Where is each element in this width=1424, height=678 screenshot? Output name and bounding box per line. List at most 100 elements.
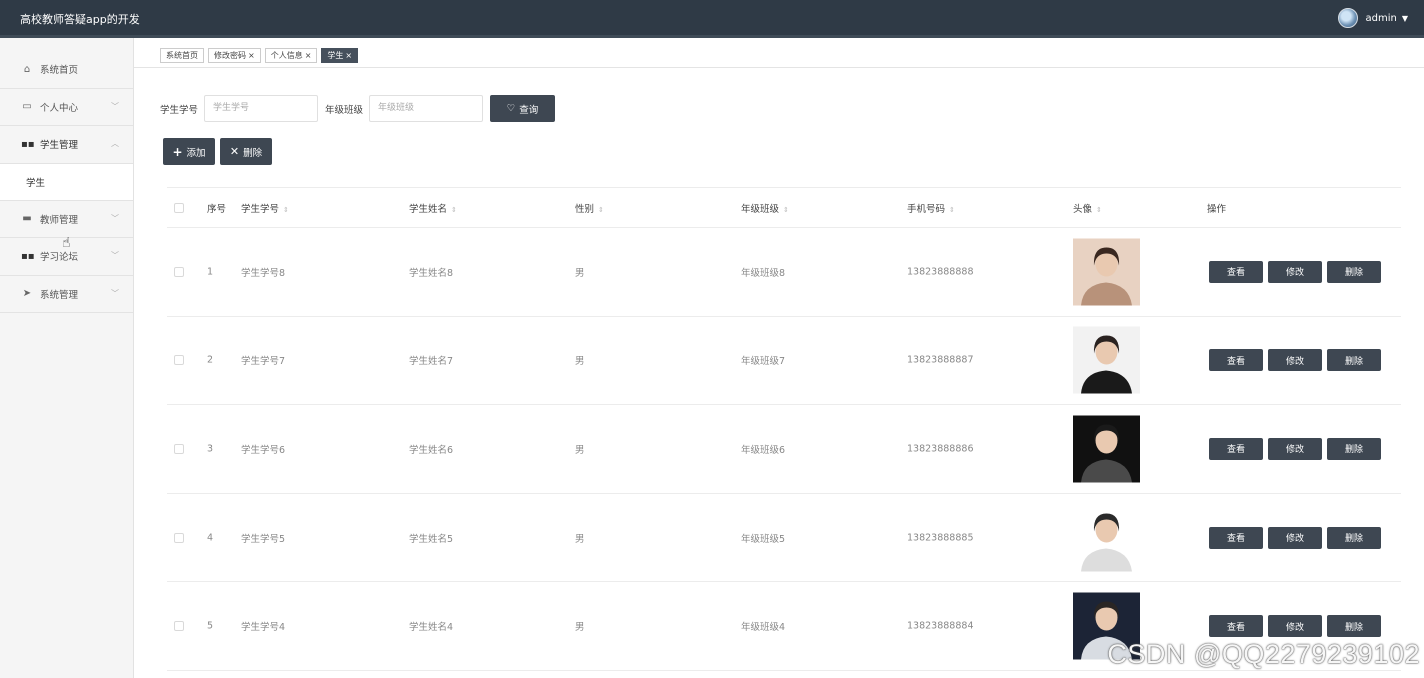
- sidebar-item-label: 系统管理: [40, 289, 79, 301]
- sort-icon: ⇕: [783, 205, 789, 214]
- sort-icon: ⇕: [1096, 205, 1102, 214]
- header-gender[interactable]: 性别 ⇕: [575, 201, 604, 215]
- table-row: 4 学生学号5 学生姓名5 男 年级班级5 13823888885 查看 修改 …: [167, 494, 1401, 583]
- student-avatar-photo[interactable]: [1073, 415, 1140, 483]
- table-body: 1 学生学号8 学生姓名8 男 年级班级8 13823888888 查看 修改 …: [167, 228, 1401, 671]
- sidebar-item-personal-center[interactable]: ▭ 个人中心 ﹀: [0, 89, 133, 126]
- delete-row-button[interactable]: 删除: [1327, 615, 1381, 638]
- view-button[interactable]: 查看: [1209, 349, 1263, 372]
- edit-button[interactable]: 修改: [1268, 349, 1322, 372]
- row-checkbox[interactable]: [174, 443, 184, 454]
- top-header: 高校教师答疑app的开发 admin ▼: [0, 0, 1424, 38]
- table-row: 3 学生学号6 学生姓名6 男 年级班级6 13823888886 查看 修改 …: [167, 405, 1401, 494]
- edit-button[interactable]: 修改: [1268, 526, 1322, 549]
- chevron-down-icon: ﹀: [111, 101, 119, 111]
- row-checkbox[interactable]: [174, 532, 184, 543]
- header-name[interactable]: 学生姓名 ⇕: [409, 201, 457, 215]
- select-all-checkbox[interactable]: [174, 202, 184, 213]
- delete-row-button[interactable]: 删除: [1327, 437, 1381, 460]
- cell-gender: 男: [575, 356, 585, 368]
- delete-row-button[interactable]: 删除: [1327, 260, 1381, 283]
- student-table: 序号 学生学号 ⇕ 学生姓名 ⇕ 性别 ⇕ 年级班级 ⇕ 手机号码 ⇕ 头像 ⇕ 操作 1 …: [167, 187, 1401, 671]
- home-icon: ⌂: [23, 63, 31, 75]
- tab-personal-info[interactable]: 个人信息 ×: [264, 48, 318, 63]
- tab-label: 修改密码: [214, 51, 246, 60]
- sidebar-item-label: 系统首页: [40, 65, 79, 77]
- view-button[interactable]: 查看: [1209, 260, 1263, 283]
- tab-student[interactable]: 学生 ×: [321, 48, 359, 63]
- close-icon[interactable]: ×: [305, 49, 312, 62]
- app-title: 高校教师答疑app的开发: [20, 13, 140, 26]
- sidebar-item-student-management[interactable]: ▪▪ 学生管理 ︿: [0, 126, 133, 164]
- cell-index: 2: [207, 354, 214, 366]
- chevron-down-icon: ﹀: [111, 251, 119, 260]
- student-avatar-photo[interactable]: [1073, 238, 1140, 306]
- cell-gender: 男: [575, 533, 585, 545]
- caret-down-icon[interactable]: ▼: [1402, 14, 1408, 23]
- cell-class: 年级班级7: [741, 356, 786, 368]
- add-button[interactable]: + 添加: [163, 138, 215, 165]
- sidebar-item-label: 个人中心: [40, 102, 79, 114]
- sidebar: ⌂ 系统首页 ▭ 个人中心 ﹀ ▪▪ 学生管理 ︿ 学生 ▬ 教师管理 ﹀ ▪▪…: [0, 38, 134, 678]
- user-menu[interactable]: admin ▼: [1337, 8, 1408, 28]
- header-avatar[interactable]: 头像 ⇕: [1073, 201, 1102, 215]
- edit-button[interactable]: 修改: [1268, 260, 1322, 283]
- delete-row-button[interactable]: 删除: [1327, 349, 1381, 372]
- class-input[interactable]: 年级班级: [369, 95, 483, 122]
- chevron-up-icon: ︿: [111, 139, 119, 148]
- cell-student-no: 学生学号4: [241, 622, 286, 634]
- close-icon[interactable]: ×: [248, 49, 255, 62]
- sidebar-subitem-student[interactable]: 学生: [0, 163, 133, 201]
- student-no-input[interactable]: 学生学号: [204, 95, 318, 122]
- edit-button[interactable]: 修改: [1268, 615, 1322, 638]
- delete-row-button[interactable]: 删除: [1327, 526, 1381, 549]
- student-no-label: 学生学号: [160, 105, 199, 116]
- sidebar-item-label: 学生: [26, 177, 46, 189]
- sidebar-item-system-management[interactable]: ➤ 系统管理 ﹀: [0, 276, 133, 313]
- row-checkbox[interactable]: [174, 621, 184, 632]
- close-icon[interactable]: ×: [345, 49, 352, 62]
- sort-icon: ⇕: [283, 205, 289, 214]
- cell-phone: 13823888887: [907, 354, 974, 366]
- avatar[interactable]: [1337, 8, 1358, 28]
- cell-name: 学生姓名8: [409, 267, 454, 279]
- header-index: 序号: [207, 203, 227, 215]
- query-button-label: 查询: [519, 104, 539, 116]
- student-avatar-photo[interactable]: [1073, 504, 1140, 572]
- sidebar-item-teacher-management[interactable]: ▬ 教师管理 ﹀: [0, 201, 133, 238]
- delete-button[interactable]: ✕ 删除: [220, 138, 272, 165]
- cell-phone: 13823888886: [907, 443, 974, 455]
- tab-label: 系统首页: [166, 51, 198, 60]
- tab-home[interactable]: 系统首页: [160, 48, 204, 63]
- row-checkbox[interactable]: [174, 266, 184, 277]
- sort-icon: ⇕: [949, 205, 955, 214]
- tab-label: 个人信息: [270, 51, 303, 60]
- chevron-down-icon: ﹀: [111, 288, 119, 298]
- class-label: 年级班级: [325, 105, 364, 116]
- header-student-no[interactable]: 学生学号 ⇕: [241, 201, 289, 215]
- sidebar-item-label: 教师管理: [40, 214, 79, 226]
- view-button[interactable]: 查看: [1209, 526, 1263, 549]
- sidebar-item-label: 学习论坛: [40, 252, 79, 264]
- plus-icon: +: [172, 144, 183, 159]
- view-button[interactable]: 查看: [1209, 615, 1263, 638]
- tab-bar: 系统首页 修改密码 × 个人信息 × 学生 ×: [160, 48, 359, 63]
- cell-student-no: 学生学号8: [241, 267, 286, 279]
- username[interactable]: admin: [1366, 13, 1397, 24]
- cell-class: 年级班级4: [741, 622, 786, 634]
- header-class[interactable]: 年级班级 ⇕: [741, 201, 789, 215]
- sidebar-item-label: 学生管理: [40, 140, 79, 152]
- monitor-icon: ▬: [22, 213, 32, 225]
- query-button[interactable]: ♡ 查询: [490, 95, 555, 122]
- sidebar-item-home[interactable]: ⌂ 系统首页: [0, 51, 133, 89]
- cell-name: 学生姓名5: [409, 533, 454, 545]
- header-phone[interactable]: 手机号码 ⇕: [907, 201, 955, 215]
- student-avatar-photo[interactable]: [1073, 326, 1140, 394]
- edit-button[interactable]: 修改: [1268, 437, 1322, 460]
- tab-label: 学生: [327, 51, 344, 60]
- row-checkbox[interactable]: [174, 355, 184, 366]
- table-row: 2 学生学号7 学生姓名7 男 年级班级7 13823888887 查看 修改 …: [167, 317, 1401, 406]
- tab-change-password[interactable]: 修改密码 ×: [208, 48, 261, 63]
- grid-icon: ▪▪: [21, 138, 35, 150]
- view-button[interactable]: 查看: [1209, 437, 1263, 460]
